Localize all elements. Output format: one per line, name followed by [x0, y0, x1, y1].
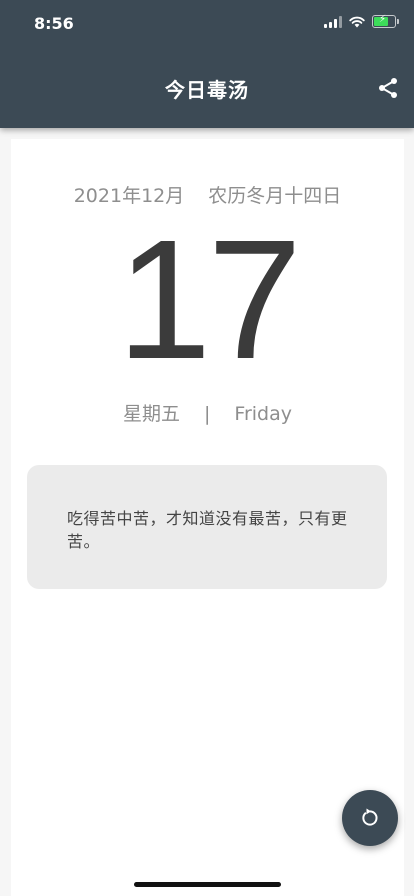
- lunar-date: 农历冬月十四日: [208, 185, 342, 207]
- calendar-card: 2021年12月 农历冬月十四日 17 星期五 | Friday 吃得苦中苦，才知道没…: [11, 139, 404, 896]
- gregorian-month: 2021年12月: [73, 185, 185, 207]
- status-time: 8:56: [34, 14, 74, 33]
- weekday-line: 星期五 | Friday: [11, 399, 404, 426]
- day-number: 17: [116, 205, 302, 395]
- date-line: 2021年12月 农历冬月十四日: [11, 181, 404, 208]
- share-button[interactable]: [374, 74, 402, 102]
- wifi-icon: [349, 16, 365, 27]
- share-icon: [379, 78, 397, 98]
- weekday-cn: 星期五: [122, 403, 180, 425]
- status-icons: ⚡: [324, 14, 399, 28]
- app-header: 8:56 ⚡ 今日毒汤: [0, 0, 414, 128]
- refresh-button[interactable]: [342, 790, 398, 846]
- weekday-separator: |: [204, 403, 211, 425]
- refresh-icon: [362, 808, 378, 826]
- battery-charging-icon: ⚡: [372, 14, 399, 28]
- signal-icon: [324, 15, 342, 28]
- quote-text: 吃得苦中苦，才知道没有最苦，只有更苦。: [67, 509, 348, 551]
- quote-box: 吃得苦中苦，才知道没有最苦，只有更苦。: [27, 465, 387, 589]
- home-indicator: [134, 882, 281, 887]
- page-title: 今日毒汤: [165, 78, 249, 102]
- weekday-en: Friday: [234, 403, 292, 425]
